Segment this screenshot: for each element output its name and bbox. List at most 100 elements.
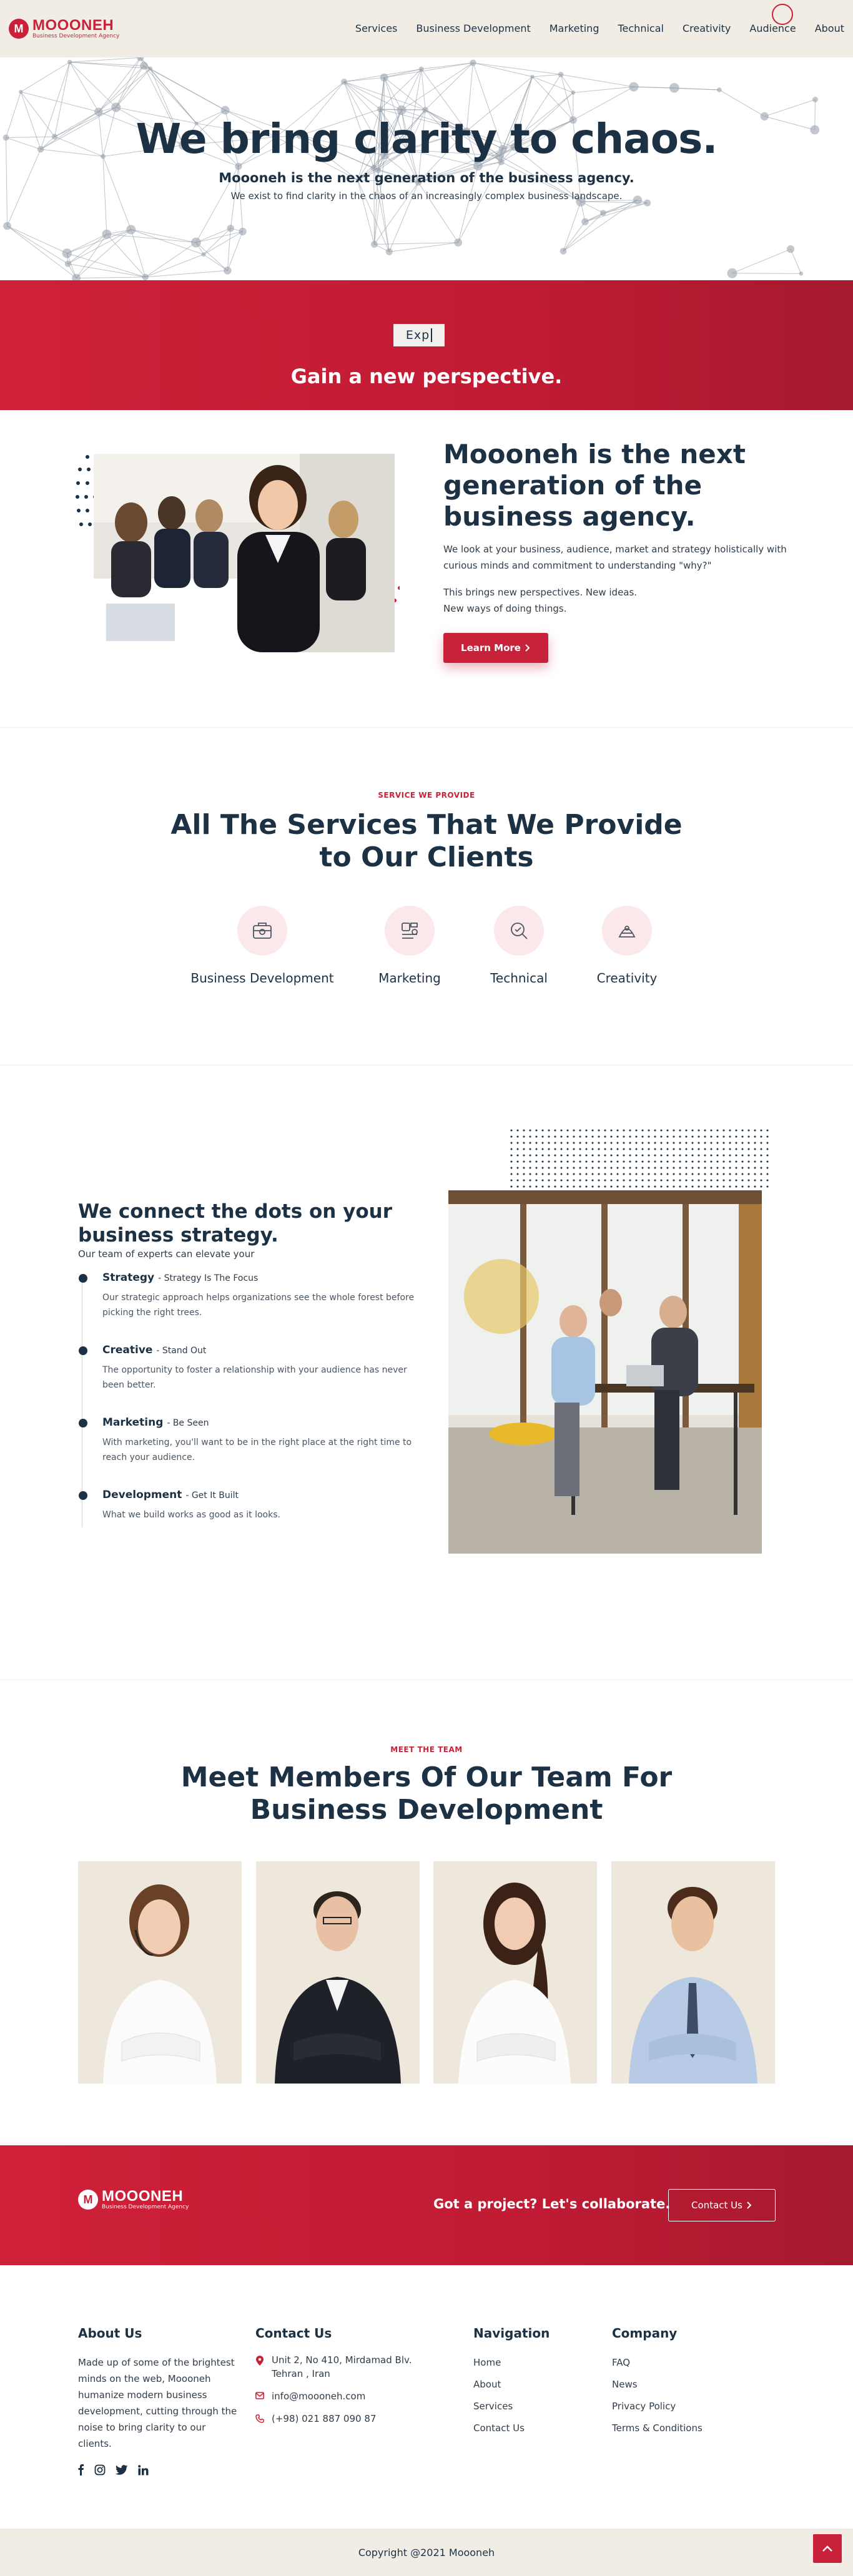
footer-contact-title: Contact Us: [255, 2326, 332, 2341]
logo-tagline: Business Development Agency: [102, 2204, 189, 2210]
main-nav: Services Business Development Marketing …: [355, 3, 844, 37]
footer-navigation: Navigation Home About Services Contact U…: [473, 2326, 550, 2439]
site-footer: About Us Made up of some of the brightes…: [0, 2265, 853, 2529]
marketing-icon: [385, 906, 435, 956]
linkedin-icon[interactable]: [138, 2464, 149, 2478]
timeline-item-text: With marketing, you'll want to be in the…: [102, 1437, 412, 1462]
nav-services[interactable]: Services: [355, 20, 397, 37]
footer-link-faq[interactable]: FAQ: [612, 2357, 630, 2368]
footer-link-terms[interactable]: Terms & Conditions: [612, 2422, 703, 2434]
logo-name: MOOONEH: [32, 17, 114, 34]
timeline-item-tag: - Strategy Is The Focus: [158, 1273, 259, 1283]
services-eyebrow: SERVICE WE PROVIDE: [378, 791, 475, 800]
cta-band: M MOOONEH Business Development Agency Go…: [0, 2145, 853, 2265]
twitter-icon[interactable]: [115, 2464, 128, 2478]
learn-more-button[interactable]: Learn More: [443, 633, 548, 663]
footer-link-contact-us[interactable]: Contact Us: [473, 2422, 525, 2434]
footer-about-text: Made up of some of the brightest minds o…: [78, 2357, 237, 2449]
timeline-item-text: Our strategic approach helps organizatio…: [102, 1293, 415, 1318]
timeline-dot: [79, 1419, 87, 1428]
footer-link-home[interactable]: Home: [473, 2357, 501, 2368]
meeting-photo: [94, 454, 395, 652]
creativity-icon: [602, 906, 652, 956]
copyright-bar: Copyright @2021 Moooneh: [0, 2529, 853, 2576]
facebook-icon[interactable]: [78, 2464, 84, 2478]
footer-address: Unit 2, No 410, Mirdamad Blv. Tehran , I…: [255, 2353, 424, 2381]
service-creativity[interactable]: Creativity: [546, 906, 708, 986]
footer-logo[interactable]: M MOOONEH Business Development Agency: [78, 2189, 189, 2210]
chevron-right-icon: [525, 644, 530, 652]
team-member-photo: [275, 1891, 401, 2084]
team-member-card[interactable]: [611, 1861, 775, 2084]
footer-address-text: Unit 2, No 410, Mirdamad Blv. Tehran , I…: [272, 2354, 412, 2379]
cta-text: Got a project? Let's collaborate.: [433, 2196, 671, 2211]
timeline-dot: [79, 1274, 87, 1283]
hero-subtitle: Moooneh is the next generation of the bu…: [219, 170, 634, 185]
team-member-card[interactable]: [256, 1861, 420, 2084]
learn-more-label: Learn More: [461, 642, 521, 654]
about-title: Moooneh is the next generation of the bu…: [443, 439, 746, 532]
nav-creativity[interactable]: Creativity: [683, 20, 731, 37]
team-member-photo: [629, 1887, 757, 2084]
timeline-item-text: What we build works as good as it looks.: [102, 1510, 280, 1520]
service-label: Business Development: [190, 971, 334, 986]
footer-company-title: Company: [612, 2326, 678, 2341]
logo-tagline: Business Development Agency: [32, 33, 120, 39]
hero-title: We bring clarity to chaos.: [136, 115, 717, 163]
timeline-item-text: The opportunity to foster a relationship…: [102, 1365, 407, 1390]
contact-us-button[interactable]: Contact Us: [668, 2189, 776, 2221]
team-member-card[interactable]: [433, 1861, 597, 2084]
site-header: M MOOONEH Business Development Agency Se…: [0, 0, 853, 57]
team-eyebrow: MEET THE TEAM: [390, 1745, 463, 1754]
team-title-line-2: Business Development: [250, 1794, 603, 1826]
footer-email[interactable]: info@moooneh.com: [255, 2389, 424, 2403]
timeline-item-tag: - Be Seen: [167, 1418, 209, 1428]
copyright-text: Copyright @2021 Moooneh: [358, 2546, 495, 2559]
team-member-card[interactable]: [78, 1861, 242, 2084]
footer-email-text: info@moooneh.com: [272, 2391, 366, 2402]
footer-link-news[interactable]: News: [612, 2379, 638, 2390]
connect-section: We connect the dots on your business str…: [0, 1065, 853, 1680]
logo-name: MOOONEH: [102, 2188, 184, 2205]
timeline-dot: [79, 1491, 87, 1500]
social-links: [78, 2464, 239, 2478]
about-section: Moooneh is the next generation of the bu…: [0, 410, 853, 727]
chevron-right-icon: [747, 2201, 752, 2209]
about-paragraph-2-line-1: This brings new perspectives. New ideas.: [443, 587, 638, 598]
footer-link-services[interactable]: Services: [473, 2401, 513, 2412]
perspective-band: Exp Gain a new perspective.: [0, 280, 853, 410]
office-meeting-photo: [448, 1190, 762, 1554]
nav-business-development[interactable]: Business Development: [416, 20, 530, 37]
service-label: Creativity: [596, 971, 658, 986]
mail-icon: [255, 2392, 264, 2399]
footer-link-privacy-policy[interactable]: Privacy Policy: [612, 2401, 676, 2412]
service-business-development[interactable]: Business Development: [181, 906, 343, 986]
nav-marketing[interactable]: Marketing: [550, 20, 599, 37]
timeline-item-marketing: Marketing - Be Seen With marketing, you'…: [79, 1416, 427, 1465]
team-title: Meet Members Of Our Team For Business De…: [0, 1761, 853, 1826]
team-section: MEET THE TEAM Meet Members Of Our Team F…: [0, 1680, 853, 2145]
text-caret: [431, 328, 433, 342]
logo-mark: M: [9, 19, 29, 39]
scroll-to-top-button[interactable]: [813, 2534, 842, 2563]
footer-contact: Contact Us Unit 2, No 410, Mirdamad Blv.…: [255, 2326, 424, 2434]
business-development-icon: [237, 906, 287, 956]
logo-mark: M: [78, 2190, 98, 2210]
timeline-item-strategy: Strategy - Strategy Is The Focus Our str…: [79, 1271, 427, 1320]
footer-phone[interactable]: (+98) 021 887 090 87: [255, 2412, 424, 2426]
contact-us-label: Contact Us: [691, 2200, 742, 2211]
nav-highlight-ring: [772, 3, 793, 25]
timeline-dot: [79, 1346, 87, 1355]
nav-technical[interactable]: Technical: [618, 20, 663, 37]
site-logo[interactable]: M MOOONEH Business Development Agency: [9, 18, 119, 39]
instagram-icon[interactable]: [94, 2464, 106, 2478]
footer-company: Company FAQ News Privacy Policy Terms & …: [612, 2326, 703, 2439]
nav-about[interactable]: About: [815, 20, 844, 37]
chevron-up-icon: [822, 2545, 832, 2552]
footer-link-about[interactable]: About: [473, 2379, 501, 2390]
timeline-item-creative: Creative - Stand Out The opportunity to …: [79, 1344, 427, 1393]
timeline-item-tag: - Get It Built: [185, 1491, 239, 1501]
hero-section: We bring clarity to chaos. Moooneh is th…: [0, 57, 853, 280]
about-paragraph-2-line-2: New ways of doing things.: [443, 603, 567, 614]
services-section: SERVICE WE PROVIDE All The Services That…: [0, 728, 853, 1065]
